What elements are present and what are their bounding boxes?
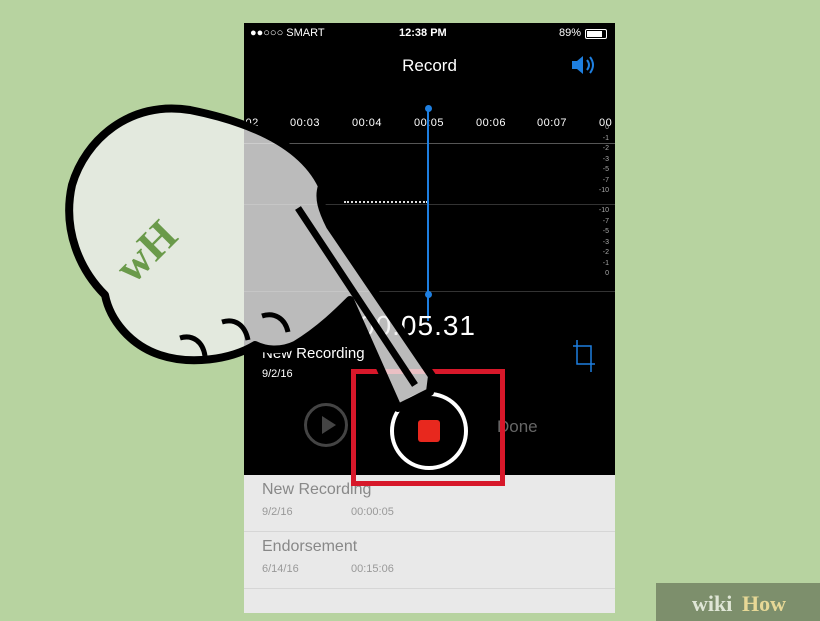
speaker-icon[interactable]	[569, 53, 599, 77]
list-item-duration: 00:00:05	[351, 506, 394, 518]
waveform-centerline	[244, 204, 615, 205]
level-scale-top: 0 -1 -2 -3 -5 -7 -10	[598, 124, 609, 194]
timeline-tick: 00:04	[352, 117, 383, 129]
recordings-list: New Recording 9/2/16 00:00:05 Endorsemen…	[244, 475, 615, 613]
status-bar: ●●○○○ SMART 12:38 PM 89%	[244, 23, 615, 43]
record-button-highlight	[351, 369, 505, 486]
list-item[interactable]: Endorsement 6/14/16 00:15:06	[244, 532, 615, 589]
timeline-tick: 00:06	[476, 117, 507, 129]
watermark-how: How	[742, 591, 786, 616]
recording-date: 9/2/16	[262, 368, 293, 380]
list-item-duration: 00:15:06	[351, 563, 394, 575]
watermark-wiki: wiki	[692, 591, 733, 616]
playhead-bottom-handle[interactable]	[425, 291, 432, 298]
timeline-tick: 00:07	[537, 117, 568, 129]
wikihow-watermark: wiki How	[656, 583, 820, 621]
list-item-date: 6/14/16	[262, 563, 299, 575]
timeline-ruler[interactable]: :02 00:03 00:04 00:05 00:06 00:07 00	[244, 107, 615, 144]
timeline-tick: 00:05	[414, 117, 445, 129]
battery-icon	[585, 29, 607, 39]
timeline-tick: :02	[244, 117, 259, 129]
status-time: 12:38 PM	[399, 27, 447, 39]
trim-icon[interactable]	[571, 338, 597, 374]
list-item-name: Endorsement	[262, 538, 358, 555]
playhead-top-handle[interactable]	[425, 105, 432, 112]
playhead[interactable]	[427, 109, 429, 321]
play-button[interactable]	[304, 403, 348, 447]
list-item-date: 9/2/16	[262, 506, 293, 518]
phone-screen: ●●○○○ SMART 12:38 PM 89% Record :02 00:0…	[244, 23, 615, 613]
recording-name[interactable]: New Recording	[262, 345, 365, 362]
carrier-label: ●●○○○ SMART	[250, 27, 325, 39]
waveform-trace	[344, 201, 428, 203]
timeline-tick: 00:03	[290, 117, 321, 129]
battery-percent: 89%	[558, 27, 581, 39]
level-scale-bottom: -10 -7 -5 -3 -2 -1 0	[598, 207, 609, 277]
page-title: Record	[402, 56, 457, 75]
recording-timer: 00:05.31	[359, 310, 476, 341]
